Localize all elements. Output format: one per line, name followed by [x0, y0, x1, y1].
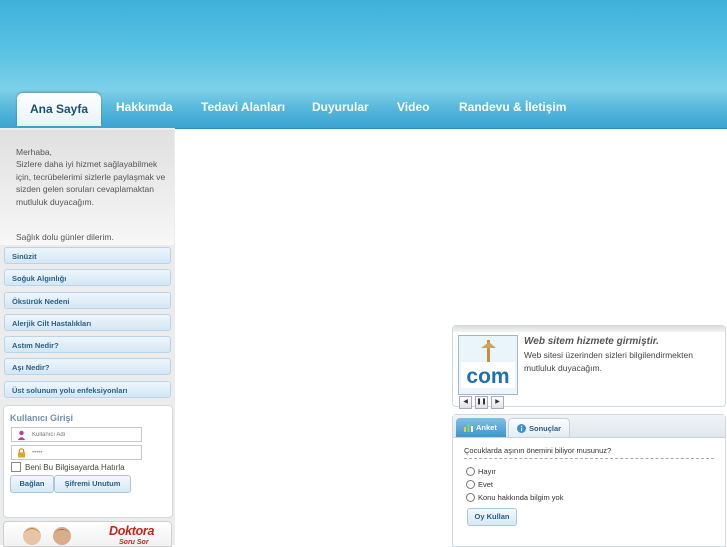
greeting-wish: Sağlık dolu günler dilerim. [16, 232, 114, 242]
menu-item-asi-nedir[interactable]: Aşı Nedir? [4, 358, 171, 376]
login-title: Kullanıcı Girişi [10, 413, 74, 423]
radio-evet[interactable] [466, 479, 475, 489]
user-icon [17, 430, 26, 440]
tab-anket-label: Anket [476, 423, 497, 432]
radio-hayir[interactable] [466, 466, 475, 476]
poll-option-label: Hayır [478, 467, 496, 476]
forgot-password-button[interactable]: Şifremi Unutum [54, 475, 131, 493]
greeting-box: Merhaba, Sizlere daha iyi hizmet sağlaya… [0, 130, 174, 245]
menu-item-astim-nedir[interactable]: Astım Nedir? [4, 336, 171, 354]
vote-button[interactable]: Oy Kullan [467, 508, 517, 526]
nav-item-ana-sayfa[interactable]: Ana Sayfa [17, 93, 102, 126]
menu-item-oksuruk-nedeni[interactable]: Öksürük Nedeni [4, 291, 171, 309]
poll-chart-icon [464, 424, 473, 432]
news-body: Web sitesi üzerinden sizleri bilgilendir… [524, 350, 693, 373]
poll-option-hayir[interactable]: Hayır [466, 466, 496, 477]
main-nav: Ana Sayfa Hakkımda Tedavi Alanları Duyur… [0, 90, 727, 129]
poll-option-label: Evet [478, 480, 494, 489]
password-field[interactable] [11, 445, 142, 460]
tab-sonuclar[interactable]: Sonuçlar [508, 418, 570, 437]
nav-item-tedavi-alanlari[interactable]: Tedavi Alanları [201, 100, 285, 120]
nav-item-hakkimda[interactable]: Hakkımda [116, 100, 173, 120]
poll-tabbar: Anket Sonuçlar [453, 415, 725, 438]
nav-item-video[interactable]: Video [397, 100, 429, 120]
username-field[interactable] [11, 427, 142, 442]
dotcom-image-icon: com [459, 336, 517, 394]
thumb-text: com [466, 365, 509, 388]
menu-item-soguk-alginligi[interactable]: Soğuk Algınlığı [4, 269, 171, 287]
login-button[interactable]: Bağlan [10, 475, 54, 493]
poll-option-evet[interactable]: Evet [466, 479, 494, 490]
menu-item-alerjik-cilt[interactable]: Alerjik Cilt Hastalıkları [4, 313, 171, 331]
next-icon[interactable]: ▶ [491, 396, 504, 409]
login-panel: Kullanıcı Girişi Beni Bu Bilgisayarda Ha… [3, 405, 173, 518]
news-title: Web sitem hizmete girmiştir. [524, 336, 659, 347]
password-input[interactable] [32, 447, 137, 458]
radio-bilgim-yok[interactable] [466, 492, 475, 502]
site-header [0, 0, 727, 90]
menu-item-sinuzit[interactable]: Sinüzit [4, 247, 171, 264]
tab-sonuclar-label: Sonuçlar [529, 424, 562, 433]
news-header-bar [453, 326, 725, 332]
tab-anket[interactable]: Anket [456, 418, 506, 437]
remember-me[interactable]: Beni Bu Bilgisayarda Hatırla [11, 461, 125, 473]
poll-panel: Anket Sonuçlar Çocuklarda aşının önemini… [452, 414, 726, 547]
health-topics-menu: Sinüzit Soğuk Algınlığı Öksürük Nedeni A… [4, 247, 171, 403]
news-thumbnail[interactable]: com [458, 335, 518, 395]
news-slider: com Web sitem hizmete girmiştir. Web sit… [452, 325, 726, 409]
doctor-photo-icon [23, 527, 71, 545]
banner-title: Doktora [109, 524, 155, 538]
remember-label: Beni Bu Bilgisayarda Hatırla [25, 463, 125, 472]
greeting-text: Merhaba, Sizlere daha iyi hizmet sağlaya… [16, 147, 166, 207]
poll-question: Çocuklarda aşının önemini biliyor musunu… [464, 446, 714, 459]
poll-option-bilgim-yok[interactable]: Konu hakkında bilgim yok [466, 492, 564, 503]
username-input[interactable] [32, 429, 137, 440]
menu-item-ust-solunum[interactable]: Üst solunum yolu enfeksiyonları [4, 380, 171, 398]
ask-doctor-banner[interactable]: Doktora Soru Sor [3, 521, 172, 547]
remember-checkbox[interactable] [11, 461, 21, 472]
pause-icon[interactable]: ❚❚ [475, 396, 488, 409]
lock-icon [18, 448, 25, 458]
poll-option-label: Konu hakkında bilgim yok [478, 493, 564, 502]
nav-item-duyurular[interactable]: Duyurular [312, 100, 369, 120]
info-icon [517, 424, 526, 433]
nav-item-randevu-iletisim[interactable]: Randevu & İletişim [459, 100, 566, 120]
prev-icon[interactable]: ◀ [459, 396, 472, 409]
